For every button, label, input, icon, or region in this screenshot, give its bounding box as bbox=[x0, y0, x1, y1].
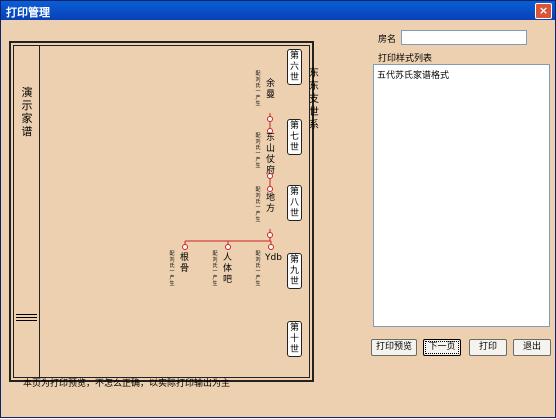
exit-button[interactable]: 退出 bbox=[513, 339, 551, 356]
person-note: 配刘氏一产生 bbox=[255, 187, 261, 223]
person-name: Ydb bbox=[265, 253, 282, 263]
print-style-list[interactable]: 五代苏氏家谱格式 bbox=[373, 64, 550, 327]
print-manager-window: 打印管理 × 演示家谱 东东支世系 第六世 第七世 第八世 第九世 第十世 余曼… bbox=[0, 0, 556, 418]
person-note: 配刘氏一产生 bbox=[255, 71, 261, 107]
person-name: 人体吧 bbox=[222, 253, 232, 285]
person-name: 余曼 bbox=[265, 79, 275, 100]
room-label: 房名 bbox=[378, 35, 397, 45]
style-list-label: 打印样式列表 bbox=[378, 54, 433, 64]
list-item[interactable]: 五代苏氏家谱格式 bbox=[377, 68, 449, 81]
preview-footnote: 本页为打印预览，不怎么正确，以实际打印输出为主 bbox=[23, 379, 231, 389]
person-note: 配刘氏一产生 bbox=[169, 251, 175, 287]
next-page-button[interactable]: 下一页 bbox=[423, 339, 461, 356]
person-note: 配刘氏一产生 bbox=[255, 133, 261, 169]
person-note: 配刘氏一产生 bbox=[212, 251, 218, 287]
person-name: 根骨 bbox=[179, 253, 189, 274]
person-note: 配刘氏一产生 bbox=[255, 251, 261, 287]
print-button[interactable]: 打印 bbox=[469, 339, 507, 356]
room-name-input[interactable] bbox=[401, 30, 527, 45]
print-preview-button[interactable]: 打印预览 bbox=[371, 339, 417, 356]
person-name: 东山仗府 bbox=[265, 133, 275, 176]
person-name: 地方 bbox=[265, 193, 275, 214]
